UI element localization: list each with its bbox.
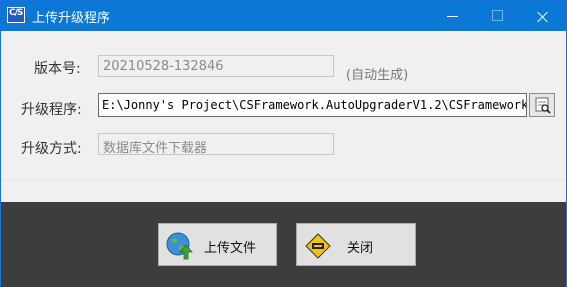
- method-label: 升级方式:: [21, 141, 82, 157]
- method-field[interactable]: 数据库文件下载器: [98, 133, 334, 155]
- program-path-field[interactable]: E:\Jonny's Project\CSFramework.AutoUpgra…: [98, 93, 527, 117]
- version-field[interactable]: 20210528-132846: [98, 55, 334, 77]
- program-label: 升级程序:: [21, 102, 82, 118]
- version-hint: (自动生成): [346, 68, 409, 83]
- browse-button[interactable]: [529, 93, 555, 117]
- close-button-label: 关闭: [347, 241, 374, 256]
- version-label: 版本号:: [34, 61, 81, 77]
- app-icon-text: C/S: [9, 8, 23, 18]
- browse-file-icon: [535, 97, 551, 114]
- close-button[interactable]: 关闭: [296, 223, 416, 266]
- window-title: 上传升级程序: [32, 11, 111, 26]
- maximize-button[interactable]: [475, 1, 520, 31]
- minimize-button[interactable]: [430, 1, 475, 31]
- form-area: 版本号: 20210528-132846 (自动生成) 升级程序: E:\Jon…: [1, 32, 566, 202]
- upload-button-label: 上传文件: [204, 241, 257, 256]
- upload-dialog-window: C/S 上传升级程序 版本号: 20210528-132846 (自动生成) 升…: [0, 0, 567, 287]
- title-bar[interactable]: C/S 上传升级程序: [1, 1, 566, 31]
- upload-globe-icon: [166, 232, 193, 260]
- exit-sign-icon: [305, 233, 331, 259]
- upload-file-button[interactable]: 上传文件: [158, 223, 277, 266]
- separator: [1, 179, 566, 180]
- close-window-button[interactable]: [520, 1, 565, 31]
- button-bar: 上传文件 关闭: [1, 202, 566, 287]
- app-icon: C/S: [7, 7, 25, 23]
